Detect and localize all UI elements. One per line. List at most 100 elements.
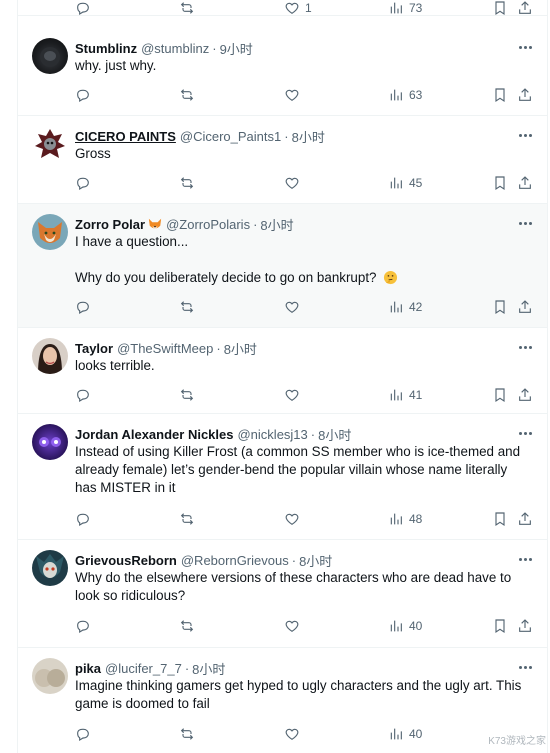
- heart-icon: [285, 89, 299, 102]
- user-handle[interactable]: @Cicero_Paints1: [180, 129, 281, 144]
- tweet[interactable]: GrievousReborn @RebornGrievous · 8小时 Why…: [18, 540, 547, 648]
- retweet-icon: [180, 301, 194, 313]
- reply-button[interactable]: [75, 616, 91, 636]
- reply-icon: [77, 513, 89, 527]
- like-button[interactable]: [284, 173, 300, 193]
- more-options-icon[interactable]: [519, 342, 535, 352]
- reply-button[interactable]: [75, 173, 91, 193]
- avatar[interactable]: [32, 658, 68, 694]
- user-handle[interactable]: @nicklesj13: [237, 427, 307, 442]
- retweet-button[interactable]: [179, 173, 195, 193]
- share-button[interactable]: [517, 85, 533, 105]
- separator-dot: ·: [291, 552, 297, 568]
- more-options-icon[interactable]: [519, 218, 535, 228]
- tweet[interactable]: Taylor @TheSwiftMeep · 8小时 looks terribl…: [18, 328, 547, 414]
- share-button[interactable]: [517, 173, 533, 193]
- avatar[interactable]: [32, 550, 68, 586]
- views-button[interactable]: 45: [388, 173, 422, 193]
- display-name[interactable]: CICERO PAINTS: [75, 129, 176, 144]
- retweet-button[interactable]: [179, 724, 195, 744]
- retweet-button[interactable]: [179, 297, 195, 317]
- bookmark-button[interactable]: [492, 0, 508, 18]
- share-button[interactable]: [517, 0, 533, 18]
- more-options-icon[interactable]: [519, 130, 535, 140]
- display-name[interactable]: Stumblinz: [75, 41, 137, 56]
- retweet-button[interactable]: [179, 385, 195, 405]
- reply-button[interactable]: [75, 297, 91, 317]
- like-button[interactable]: [284, 616, 300, 636]
- more-options-icon[interactable]: [519, 428, 535, 438]
- more-options-icon[interactable]: [519, 42, 535, 52]
- tweet[interactable]: Jordan Alexander Nickles @nicklesj13 · 8…: [18, 414, 547, 540]
- tweet[interactable]: Stumblinz @stumblinz · 9小时 why. just why…: [18, 28, 547, 116]
- like-button[interactable]: [284, 85, 300, 105]
- bookmark-icon: [495, 512, 505, 527]
- bookmark-button[interactable]: [492, 385, 508, 405]
- avatar[interactable]: [32, 424, 68, 460]
- like-button[interactable]: [284, 297, 300, 317]
- avatar-image: [38, 222, 62, 243]
- bookmark-button[interactable]: [492, 509, 508, 529]
- reply-button[interactable]: [75, 724, 91, 744]
- retweet-button[interactable]: [179, 0, 195, 18]
- tweet[interactable]: CICERO PAINTS @Cicero_Paints1 · 8小时 Gros…: [18, 116, 547, 204]
- timestamp[interactable]: 8小时: [224, 339, 257, 358]
- user-handle[interactable]: @lucifer_7_7: [105, 661, 182, 676]
- bookmark-button[interactable]: [492, 616, 508, 636]
- bookmark-icon: [495, 176, 505, 191]
- avatar[interactable]: [32, 338, 68, 374]
- display-name[interactable]: GrievousReborn: [75, 553, 177, 568]
- avatar[interactable]: [32, 126, 68, 162]
- views-button[interactable]: 73: [388, 0, 422, 18]
- views-button[interactable]: 41: [388, 385, 422, 405]
- like-button[interactable]: [284, 385, 300, 405]
- like-button[interactable]: 1: [284, 0, 312, 18]
- retweet-button[interactable]: [179, 85, 195, 105]
- user-handle[interactable]: @stumblinz: [141, 41, 209, 56]
- timestamp[interactable]: 8小时: [318, 425, 351, 444]
- reply-button[interactable]: [75, 385, 91, 405]
- like-button[interactable]: [284, 509, 300, 529]
- retweet-button[interactable]: [179, 509, 195, 529]
- separator-dot: ·: [253, 216, 258, 232]
- tweet[interactable]: Zorro Polar @ZorroPolaris · 8小时 I have a…: [18, 204, 547, 328]
- bookmark-button[interactable]: [492, 297, 508, 317]
- tweet[interactable]: pika @lucifer_7_7 · 8小时 Imagine thinking…: [18, 648, 547, 753]
- timestamp[interactable]: 9小时: [220, 39, 253, 58]
- views-icon: [390, 620, 402, 632]
- share-button[interactable]: [517, 509, 533, 529]
- display-name[interactable]: pika: [75, 661, 101, 676]
- more-options-icon[interactable]: [519, 554, 535, 564]
- avatar[interactable]: [32, 38, 68, 74]
- user-handle[interactable]: @RebornGrievous: [181, 553, 289, 568]
- tweet-header: pika @lucifer_7_7 · 8小时: [75, 658, 535, 678]
- user-handle[interactable]: @TheSwiftMeep: [117, 341, 213, 356]
- bookmark-button[interactable]: [492, 173, 508, 193]
- views-button[interactable]: 40: [388, 616, 422, 636]
- share-button[interactable]: [517, 297, 533, 317]
- display-name[interactable]: Taylor: [75, 341, 113, 356]
- timestamp[interactable]: 8小时: [260, 215, 293, 234]
- reply-button[interactable]: [75, 0, 91, 18]
- timestamp[interactable]: 8小时: [299, 551, 332, 570]
- views-button[interactable]: 63: [388, 85, 422, 105]
- views-count: 45: [409, 176, 423, 190]
- display-name[interactable]: Zorro Polar: [75, 217, 145, 232]
- bookmark-button[interactable]: [492, 85, 508, 105]
- display-name[interactable]: Jordan Alexander Nickles: [75, 427, 233, 442]
- views-button[interactable]: 42: [388, 297, 422, 317]
- views-button[interactable]: 48: [388, 509, 422, 529]
- like-button[interactable]: [284, 724, 300, 744]
- more-options-icon[interactable]: [519, 662, 535, 672]
- retweet-button[interactable]: [179, 616, 195, 636]
- user-handle[interactable]: @ZorroPolaris: [166, 217, 250, 232]
- tweet-line: Gross: [75, 146, 111, 161]
- reply-button[interactable]: [75, 85, 91, 105]
- timestamp[interactable]: 8小时: [192, 659, 225, 678]
- reply-button[interactable]: [75, 509, 91, 529]
- views-button[interactable]: 40: [388, 724, 422, 744]
- avatar[interactable]: [32, 214, 68, 250]
- share-button[interactable]: [517, 616, 533, 636]
- share-button[interactable]: [517, 385, 533, 405]
- timestamp[interactable]: 8小时: [292, 127, 325, 146]
